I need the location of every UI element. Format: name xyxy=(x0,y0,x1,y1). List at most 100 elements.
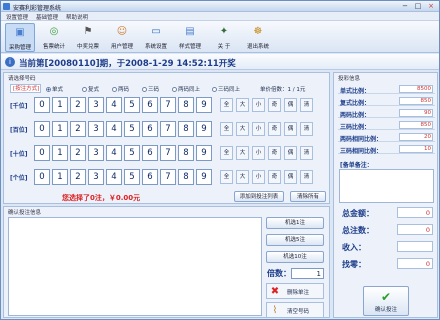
note-textarea[interactable] xyxy=(339,169,434,203)
toolbar-button-5[interactable]: ▤ 样式管理 xyxy=(175,23,205,52)
digit-button[interactable]: 3 xyxy=(88,145,104,161)
quick-select-button[interactable]: 全 xyxy=(220,98,233,112)
quick-select-button[interactable]: 大 xyxy=(236,122,249,136)
digit-button[interactable]: 5 xyxy=(124,145,140,161)
digit-button[interactable]: 6 xyxy=(142,97,158,113)
quick-select-button[interactable]: 偶 xyxy=(284,170,297,184)
toolbar-button-1[interactable]: ◎ 售票统计 xyxy=(39,23,69,52)
digit-button[interactable]: 6 xyxy=(142,145,158,161)
quick-select-button[interactable]: 大 xyxy=(236,170,249,184)
digit-button[interactable]: 2 xyxy=(70,169,86,185)
toolbar-button-0[interactable]: ▣ 采购管理 xyxy=(5,23,35,52)
digit-button[interactable]: 8 xyxy=(178,169,194,185)
quick-select-button[interactable]: 全 xyxy=(220,170,233,184)
mode-two-same-radio[interactable]: 两码同上 xyxy=(172,85,200,93)
digit-button[interactable]: 4 xyxy=(106,145,122,161)
menu-help[interactable]: 帮助说明 xyxy=(66,13,88,21)
digit-button[interactable]: 9 xyxy=(196,97,212,113)
ratio-value[interactable]: 20 xyxy=(399,133,433,141)
digit-button[interactable]: 0 xyxy=(34,97,50,113)
machine-pick-1-button[interactable]: 机选1注 xyxy=(266,217,324,229)
digit-button[interactable]: 9 xyxy=(196,169,212,185)
digit-button[interactable]: 6 xyxy=(142,169,158,185)
quick-select-button[interactable]: 清 xyxy=(300,146,313,160)
digit-button[interactable]: 3 xyxy=(88,121,104,137)
quick-select-button[interactable]: 大 xyxy=(236,146,249,160)
maximize-button[interactable]: □ xyxy=(412,2,424,11)
quick-select-button[interactable]: 小 xyxy=(252,122,265,136)
bet-list-area[interactable] xyxy=(8,217,262,316)
quick-select-button[interactable]: 奇 xyxy=(268,146,281,160)
digit-button[interactable]: 1 xyxy=(52,145,68,161)
mode-two-code-radio[interactable]: 两码 xyxy=(112,85,129,93)
quick-select-button[interactable]: 小 xyxy=(252,146,265,160)
digit-button[interactable]: 2 xyxy=(70,145,86,161)
digit-button[interactable]: 9 xyxy=(196,145,212,161)
quick-select-button[interactable]: 清 xyxy=(300,98,313,112)
digit-button[interactable]: 0 xyxy=(34,169,50,185)
digit-button[interactable]: 7 xyxy=(160,97,176,113)
quick-select-button[interactable]: 清 xyxy=(300,122,313,136)
ratio-value[interactable]: 8500 xyxy=(399,85,433,93)
digit-button[interactable]: 7 xyxy=(160,145,176,161)
quick-select-button[interactable]: 小 xyxy=(252,98,265,112)
digit-button[interactable]: 5 xyxy=(124,121,140,137)
digit-button[interactable]: 8 xyxy=(178,145,194,161)
quick-select-button[interactable]: 全 xyxy=(220,122,233,136)
digit-button[interactable]: 0 xyxy=(34,121,50,137)
quick-select-button[interactable]: 偶 xyxy=(284,98,297,112)
digit-button[interactable]: 3 xyxy=(88,97,104,113)
ratio-value[interactable]: 90 xyxy=(399,109,433,117)
digit-button[interactable]: 6 xyxy=(142,121,158,137)
toolbar-button-2[interactable]: ⚑ 中奖兑票 xyxy=(73,23,103,52)
toolbar-button-6[interactable]: ✦ 关 于 xyxy=(209,23,239,52)
digit-button[interactable]: 8 xyxy=(178,121,194,137)
mode-three-code-radio[interactable]: 三码 xyxy=(142,85,159,93)
digit-button[interactable]: 0 xyxy=(34,145,50,161)
ratio-value[interactable]: 850 xyxy=(399,121,433,129)
quick-select-button[interactable]: 奇 xyxy=(268,98,281,112)
digit-button[interactable]: 3 xyxy=(88,169,104,185)
digit-button[interactable]: 2 xyxy=(70,97,86,113)
digit-button[interactable]: 5 xyxy=(124,97,140,113)
quick-select-button[interactable]: 奇 xyxy=(268,122,281,136)
add-to-list-button[interactable]: 添加到投注列表 xyxy=(234,191,284,202)
ratio-value[interactable]: 10 xyxy=(399,145,433,153)
mode-multi-radio[interactable]: 复式 xyxy=(82,85,99,93)
digit-button[interactable]: 2 xyxy=(70,121,86,137)
digit-button[interactable]: 9 xyxy=(196,121,212,137)
mode-three-same-radio[interactable]: 三码同上 xyxy=(212,85,240,93)
digit-button[interactable]: 1 xyxy=(52,97,68,113)
quick-select-button[interactable]: 偶 xyxy=(284,146,297,160)
mode-single-radio[interactable]: 单式 xyxy=(46,85,63,93)
digit-button[interactable]: 4 xyxy=(106,169,122,185)
quick-select-button[interactable]: 全 xyxy=(220,146,233,160)
quick-select-button[interactable]: 大 xyxy=(236,98,249,112)
clear-all-button[interactable]: 清除所有 xyxy=(290,191,326,202)
digit-button[interactable]: 1 xyxy=(52,121,68,137)
digit-button[interactable]: 8 xyxy=(178,97,194,113)
toolbar-button-3[interactable]: ☺ 用户管理 xyxy=(107,23,137,52)
digit-button[interactable]: 4 xyxy=(106,121,122,137)
clear-numbers-button[interactable]: ⌇ 清空号码 xyxy=(266,302,324,318)
machine-pick-5-button[interactable]: 机选5注 xyxy=(266,234,324,246)
digit-button[interactable]: 5 xyxy=(124,169,140,185)
menu-basic[interactable]: 基础管理 xyxy=(36,13,58,21)
multiplier-input[interactable]: 1 xyxy=(291,268,324,279)
confirm-bet-button[interactable]: ✔ 确认投注 xyxy=(363,286,409,316)
quick-select-button[interactable]: 清 xyxy=(300,170,313,184)
quick-select-button[interactable]: 奇 xyxy=(268,170,281,184)
bet-mode-select[interactable]: [按注方式] xyxy=(10,84,41,93)
toolbar-button-4[interactable]: ▭ 系统设置 xyxy=(141,23,171,52)
digit-button[interactable]: 1 xyxy=(52,169,68,185)
minimize-button[interactable]: − xyxy=(399,2,411,11)
delete-bet-button[interactable]: ✖ 删除单注 xyxy=(266,283,324,299)
quick-select-button[interactable]: 偶 xyxy=(284,122,297,136)
ratio-value[interactable]: 850 xyxy=(399,97,433,105)
menu-settings[interactable]: 设置管理 xyxy=(6,13,28,21)
total-value[interactable] xyxy=(397,241,433,252)
toolbar-button-7[interactable]: ☸ 退出系统 xyxy=(243,23,273,52)
digit-button[interactable]: 7 xyxy=(160,121,176,137)
quick-select-button[interactable]: 小 xyxy=(252,170,265,184)
machine-pick-10-button[interactable]: 机选10注 xyxy=(266,251,324,263)
